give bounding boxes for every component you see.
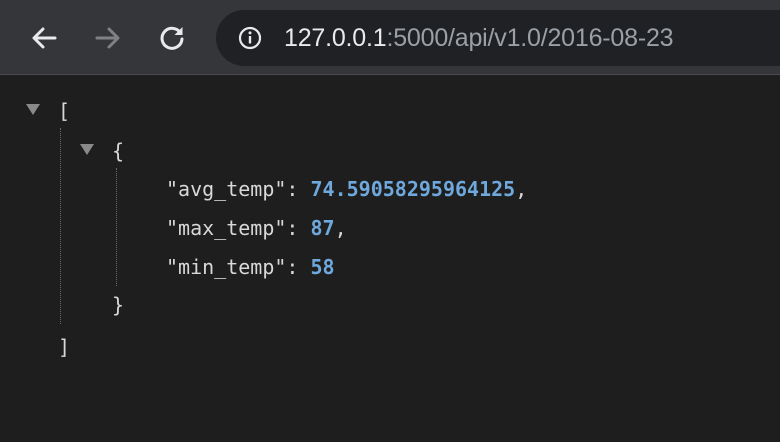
array-indent-guide bbox=[60, 128, 61, 324]
json-colon: : bbox=[286, 255, 311, 279]
json-comma: , bbox=[334, 216, 347, 240]
json-number-value: 74.59058295964125 bbox=[310, 177, 516, 201]
info-circle-icon[interactable] bbox=[238, 26, 262, 50]
array-open-bracket: [ bbox=[58, 99, 71, 123]
reload-button[interactable] bbox=[152, 18, 192, 58]
collapse-object-toggle-icon[interactable] bbox=[80, 144, 94, 155]
json-entry-avg-temp: "avg_temp": 74.59058295964125, bbox=[166, 174, 527, 204]
url-text[interactable]: 127.0.0.1:5000/api/v1.0/2016-08-23 bbox=[284, 10, 674, 66]
url-host: 127.0.0.1 bbox=[284, 24, 387, 52]
json-number-value: 58 bbox=[310, 255, 335, 279]
collapse-array-toggle-icon[interactable] bbox=[26, 104, 40, 115]
json-colon: : bbox=[286, 177, 311, 201]
json-comma: , bbox=[515, 177, 528, 201]
object-close-brace: } bbox=[112, 293, 125, 317]
arrow-right-icon bbox=[95, 27, 120, 49]
back-button[interactable] bbox=[24, 18, 64, 58]
address-bar[interactable]: 127.0.0.1:5000/api/v1.0/2016-08-23 bbox=[216, 10, 780, 66]
json-entry-min-temp: "min_temp": 58 bbox=[166, 252, 335, 282]
json-key: "avg_temp" bbox=[166, 177, 287, 201]
browser-toolbar: 127.0.0.1:5000/api/v1.0/2016-08-23 bbox=[0, 0, 780, 75]
array-close-bracket: ] bbox=[58, 335, 71, 359]
json-number-value: 87 bbox=[310, 216, 335, 240]
forward-button[interactable] bbox=[88, 18, 128, 58]
json-entry-max-temp: "max_temp": 87, bbox=[166, 213, 347, 243]
json-colon: : bbox=[286, 216, 311, 240]
arrow-left-icon bbox=[32, 27, 57, 49]
json-key: "min_temp" bbox=[166, 255, 287, 279]
json-key: "max_temp" bbox=[166, 216, 287, 240]
json-viewer: [ { "avg_temp": 74.59058295964125, "max_… bbox=[0, 76, 780, 442]
reload-icon bbox=[160, 26, 184, 50]
object-indent-guide bbox=[116, 168, 117, 286]
object-open-brace: { bbox=[112, 139, 125, 163]
url-path: :5000/api/v1.0/2016-08-23 bbox=[386, 24, 674, 52]
